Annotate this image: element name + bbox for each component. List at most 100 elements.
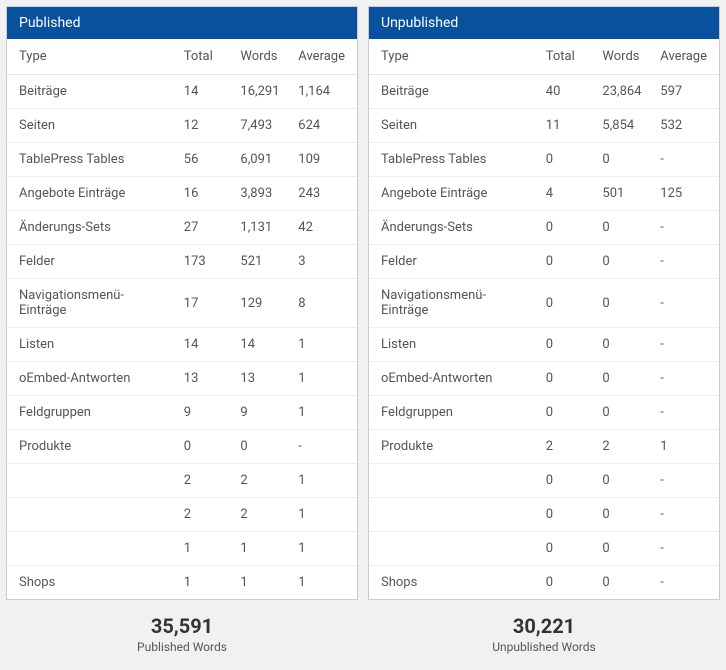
table-row: Navigationsmenü-Einträge00-: [369, 279, 719, 328]
cell-type: Navigationsmenü-Einträge: [7, 279, 176, 328]
cell-type: Navigationsmenü-Einträge: [369, 279, 538, 328]
cell-average: 42: [290, 211, 357, 245]
col-average: Average: [290, 39, 357, 75]
cell-average: 532: [652, 109, 719, 143]
cell-total: 13: [176, 362, 233, 396]
table-row: Seiten115,854532: [369, 109, 719, 143]
panel-unpublished: Unpublished Type Total Words Average Bei…: [368, 6, 720, 600]
cell-average: 624: [290, 109, 357, 143]
cell-total: 0: [538, 532, 595, 566]
cell-average: 109: [290, 143, 357, 177]
table-row: Produkte00-: [7, 430, 357, 464]
table-row: Produkte221: [369, 430, 719, 464]
col-words: Words: [594, 39, 652, 75]
table-row: Änderungs-Sets00-: [369, 211, 719, 245]
cell-total: 0: [538, 396, 595, 430]
cell-words: 501: [594, 177, 652, 211]
cell-total: 2: [176, 498, 233, 532]
cell-total: 0: [538, 464, 595, 498]
cell-average: 1: [290, 362, 357, 396]
cell-average: -: [652, 211, 719, 245]
cell-words: 1: [232, 532, 290, 566]
cell-total: 0: [538, 143, 595, 177]
cell-words: 3,893: [232, 177, 290, 211]
cell-total: 2: [176, 464, 233, 498]
cell-type: Feldgruppen: [369, 396, 538, 430]
table-published-body: Beiträge1416,2911,164Seiten127,493624Tab…: [7, 75, 357, 600]
cell-type: Seiten: [369, 109, 538, 143]
col-type: Type: [7, 39, 176, 75]
cell-type: Shops: [369, 566, 538, 600]
cell-words: 521: [232, 245, 290, 279]
table-header-row: Type Total Words Average: [7, 39, 357, 75]
cell-average: -: [652, 566, 719, 600]
cell-words: 0: [594, 396, 652, 430]
cell-words: 0: [594, 498, 652, 532]
table-row: Listen00-: [369, 328, 719, 362]
cell-words: 2: [594, 430, 652, 464]
cell-type: Listen: [369, 328, 538, 362]
cell-type: [369, 464, 538, 498]
cell-words: 9: [232, 396, 290, 430]
summaries: 35,591 Published Words 30,221 Unpublishe…: [6, 608, 720, 664]
table-row: TablePress Tables00-: [369, 143, 719, 177]
cell-total: 14: [176, 75, 233, 109]
table-row: 221: [7, 498, 357, 532]
table-row: Feldgruppen00-: [369, 396, 719, 430]
cell-type: Änderungs-Sets: [7, 211, 176, 245]
cell-type: Shops: [7, 566, 176, 600]
summary-unpublished: 30,221 Unpublished Words: [368, 608, 720, 664]
cell-type: Listen: [7, 328, 176, 362]
cell-type: [369, 498, 538, 532]
table-row: 00-: [369, 498, 719, 532]
table-row: 111: [7, 532, 357, 566]
cell-total: 4: [538, 177, 595, 211]
col-type: Type: [369, 39, 538, 75]
table-header-row: Type Total Words Average: [369, 39, 719, 75]
cell-total: 0: [538, 498, 595, 532]
table-row: Shops00-: [369, 566, 719, 600]
cell-type: TablePress Tables: [369, 143, 538, 177]
panel-published-header: Published: [7, 7, 357, 39]
cell-words: 0: [594, 532, 652, 566]
summary-unpublished-value: 30,221: [368, 614, 720, 638]
cell-type: [7, 532, 176, 566]
table-row: Navigationsmenü-Einträge171298: [7, 279, 357, 328]
cell-average: -: [652, 362, 719, 396]
cell-total: 16: [176, 177, 233, 211]
table-unpublished: Type Total Words Average Beiträge4023,86…: [369, 39, 719, 599]
cell-words: 1: [232, 566, 290, 600]
cell-words: 23,864: [594, 75, 652, 109]
table-row: Feldgruppen991: [7, 396, 357, 430]
table-row: Änderungs-Sets271,13142: [7, 211, 357, 245]
cell-words: 0: [594, 328, 652, 362]
cell-type: Beiträge: [369, 75, 538, 109]
cell-average: 125: [652, 177, 719, 211]
cell-type: Angebote Einträge: [7, 177, 176, 211]
cell-average: 243: [290, 177, 357, 211]
cell-total: 9: [176, 396, 233, 430]
cell-total: 12: [176, 109, 233, 143]
cell-type: [369, 532, 538, 566]
summary-published-label: Published Words: [6, 640, 358, 654]
col-total: Total: [176, 39, 233, 75]
table-row: Angebote Einträge4501125: [369, 177, 719, 211]
cell-total: 0: [176, 430, 233, 464]
panel-published: Published Type Total Words Average Beitr…: [6, 6, 358, 600]
cell-words: 13: [232, 362, 290, 396]
table-row: Angebote Einträge163,893243: [7, 177, 357, 211]
table-row: oEmbed-Antworten13131: [7, 362, 357, 396]
cell-words: 2: [232, 464, 290, 498]
cell-average: 1: [290, 328, 357, 362]
table-row: Felder00-: [369, 245, 719, 279]
stats-panels: Published Type Total Words Average Beitr…: [6, 6, 720, 600]
cell-average: 1: [290, 498, 357, 532]
cell-total: 40: [538, 75, 595, 109]
table-row: Felder1735213: [7, 245, 357, 279]
cell-average: 3: [290, 245, 357, 279]
cell-words: 0: [594, 362, 652, 396]
table-published: Type Total Words Average Beiträge1416,29…: [7, 39, 357, 599]
cell-words: 0: [594, 143, 652, 177]
col-words: Words: [232, 39, 290, 75]
cell-type: Angebote Einträge: [369, 177, 538, 211]
